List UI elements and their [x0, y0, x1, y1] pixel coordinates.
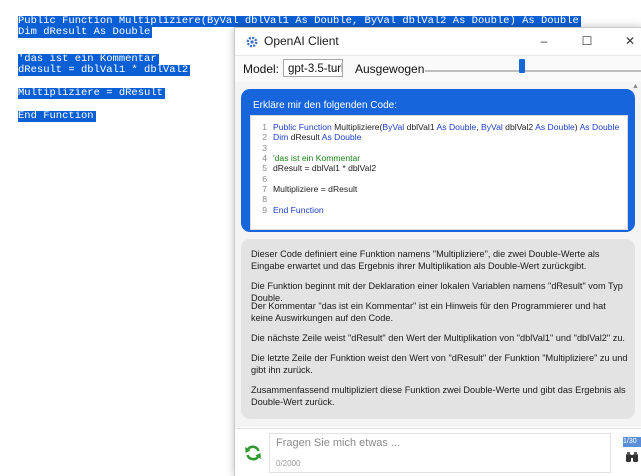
refresh-icon[interactable] [244, 444, 262, 462]
char-counter: 0/2000 [276, 459, 301, 468]
editor-line[interactable]: Dim dResult As Double [18, 27, 153, 38]
temperature-slider-thumb[interactable] [519, 59, 525, 73]
minimize-button[interactable]: – [534, 32, 554, 50]
code-line: 2 Dim dResult As Double [262, 132, 362, 142]
editor-line[interactable]: dResult = dblVal1 * dblVal2 [18, 65, 191, 76]
chat-area: ▲ Erkläre mir den folgenden Code: 1 Publi… [235, 82, 641, 427]
close-button[interactable]: ✕ [620, 32, 640, 50]
editor-line[interactable]: Multipliziere = dResult [18, 88, 165, 99]
scroll-up-arrow-icon[interactable]: ▲ [632, 83, 639, 90]
code-line: 6 [262, 174, 267, 184]
code-line: 3 [262, 143, 267, 153]
model-toolbar: Model: gpt-3.5-turb ⌵ Ausgewogen [235, 55, 641, 83]
response-paragraph: Die nächste Zeile weist "dResult" den We… [251, 333, 625, 343]
code-line: 5 dResult = dblVal1 * dblVal2 [262, 163, 377, 173]
model-select[interactable]: gpt-3.5-turb ⌵ [283, 59, 343, 77]
response-paragraph: Dieser Code definiert eine Funktion name… [251, 249, 600, 272]
response-paragraph: Die letzte Zeile der Funktion weist den … [251, 353, 628, 376]
assistant-message-bubble: Dieser Code definiert eine Funktion name… [241, 239, 635, 419]
chevron-down-icon: ⌵ [332, 64, 339, 74]
binoculars-icon[interactable] [625, 451, 639, 463]
user-prompt-text: Erkläre mir den folgenden Code: [253, 100, 397, 111]
input-area: Fragen Sie mich etwas ... 0/2000 1/30 [235, 428, 641, 476]
temperature-label: Ausgewogen [355, 62, 425, 76]
gear-icon [246, 36, 258, 48]
window-title: OpenAI Client [264, 34, 339, 48]
code-line: 4'das ist ein Kommentar [262, 153, 361, 163]
response-paragraph: Zusammenfassend multipliziert diese Funk… [251, 385, 626, 408]
code-block: 1 Public Function Multipliziere(ByVal dbl… [250, 115, 628, 230]
maximize-button[interactable]: ☐ [577, 32, 597, 50]
model-label: Model: [243, 62, 280, 76]
editor-line[interactable]: End Function [18, 111, 96, 122]
temperature-slider-track[interactable] [425, 70, 641, 72]
title-bar[interactable]: OpenAI Client – ☐ ✕ [235, 28, 641, 55]
user-message-bubble: Erkläre mir den folgenden Code: 1 Public … [241, 89, 635, 232]
code-line: 7 Multipliziere = dResult [262, 184, 358, 194]
code-line: 9 End Function [262, 205, 324, 215]
response-paragraph: Der Kommentar "das ist ein Kommentar" is… [251, 301, 606, 324]
openai-client-window: OpenAI Client – ☐ ✕ Model: gpt-3.5-turb … [234, 27, 641, 476]
question-input[interactable]: Fragen Sie mich etwas ... 0/2000 [269, 433, 611, 473]
input-placeholder: Fragen Sie mich etwas ... [276, 437, 401, 449]
code-line: 1 Public Function Multipliziere(ByVal dbl… [262, 122, 620, 132]
page-counter-badge: 1/30 [623, 437, 641, 447]
code-line: 8 [262, 194, 267, 204]
